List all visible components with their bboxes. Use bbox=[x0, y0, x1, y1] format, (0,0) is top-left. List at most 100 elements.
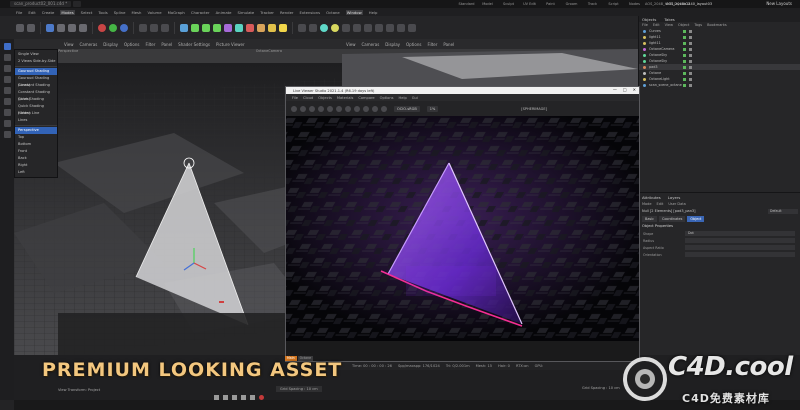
menu-extensions[interactable]: Extensions bbox=[300, 10, 321, 15]
menu-tools[interactable]: Tools bbox=[98, 10, 107, 15]
save-image-icon[interactable] bbox=[381, 105, 387, 112]
menu-create[interactable]: Create bbox=[42, 10, 55, 15]
object-menu-file[interactable]: File bbox=[642, 23, 648, 27]
viewport-menu-shader-settings[interactable]: Shader Settings bbox=[178, 42, 210, 47]
layout-tab-paint[interactable]: Paint bbox=[540, 2, 561, 6]
edges-mode-icon[interactable] bbox=[3, 65, 11, 72]
menu-help[interactable]: Help bbox=[369, 10, 378, 15]
clay-mode-icon[interactable] bbox=[363, 105, 369, 112]
visibility-check-icon[interactable] bbox=[683, 47, 686, 51]
stop-render-icon[interactable] bbox=[318, 105, 324, 112]
menu-select[interactable]: Select bbox=[81, 10, 93, 15]
layout-tab-model[interactable]: Model bbox=[477, 2, 498, 6]
layout-tab-uv-edit[interactable]: UV Edit bbox=[519, 2, 540, 6]
new-layouts-button[interactable]: New Layouts bbox=[766, 0, 792, 8]
live-viewer-menu-compare[interactable]: Compare bbox=[358, 96, 374, 100]
visibility-check-icon[interactable] bbox=[683, 29, 686, 33]
viewport-menu-cameras[interactable]: Cameras bbox=[80, 42, 98, 47]
field-icon[interactable] bbox=[246, 23, 254, 32]
mograph-cloner-icon[interactable] bbox=[224, 23, 232, 32]
display-menu-item-top[interactable]: Top bbox=[15, 134, 57, 141]
deformer-icon[interactable] bbox=[235, 23, 243, 32]
display-menu-item-lines[interactable]: Lines bbox=[15, 117, 57, 124]
pick-focus-icon[interactable] bbox=[345, 105, 351, 112]
extrude-icon[interactable] bbox=[213, 23, 221, 32]
visibility-check-icon[interactable] bbox=[683, 77, 686, 81]
object-tag-icon[interactable] bbox=[689, 29, 692, 33]
tab-takes[interactable]: Takes bbox=[664, 17, 674, 22]
display-menu-item-single-view[interactable]: Single View bbox=[15, 51, 57, 58]
octane-texture-icon[interactable] bbox=[353, 23, 361, 32]
object-menu-edit[interactable]: Edit bbox=[653, 23, 660, 27]
visibility-check-icon[interactable] bbox=[683, 35, 686, 39]
restart-render-icon[interactable] bbox=[300, 105, 306, 112]
cube-icon[interactable] bbox=[180, 23, 188, 32]
layout-tab-aos-2048x1440-layout03[interactable]: AOS_2048x1440_layout03 bbox=[666, 2, 712, 6]
axis-mode-icon[interactable] bbox=[3, 98, 11, 105]
object-menu-object[interactable]: Object bbox=[678, 23, 689, 27]
menu-mograph[interactable]: MoGraph bbox=[168, 10, 185, 15]
snap-toggle-icon[interactable] bbox=[3, 131, 11, 138]
display-menu-item-constant-shading[interactable]: Constant Shading bbox=[15, 82, 57, 89]
region-render-icon[interactable] bbox=[336, 105, 342, 112]
menu-window[interactable]: Window bbox=[345, 9, 363, 15]
pause-render-icon[interactable] bbox=[309, 105, 315, 112]
octane-help-icon[interactable] bbox=[408, 23, 416, 32]
attribute-tab-basic[interactable]: Basic bbox=[642, 216, 657, 222]
display-menu-item-2-views-side-by-side[interactable]: 2 Views Side-by-Side bbox=[15, 58, 57, 65]
display-menu-item-right[interactable]: Right bbox=[15, 162, 57, 169]
visibility-check-icon[interactable] bbox=[683, 53, 686, 57]
layout-tab-nodes[interactable]: Nodes bbox=[624, 2, 645, 6]
menu-simulate[interactable]: Simulate bbox=[237, 10, 254, 15]
viewport-menu-options[interactable]: Options bbox=[124, 42, 139, 47]
menu-spline[interactable]: Spline bbox=[114, 10, 126, 15]
tweak-mode-icon[interactable] bbox=[3, 109, 11, 116]
light-icon[interactable] bbox=[279, 23, 287, 32]
display-menu-item-gouraud-shading-lines[interactable]: Gouraud Shading (Lines) bbox=[15, 75, 57, 87]
display-menu-item-hidden-line[interactable]: Hidden Line bbox=[15, 110, 57, 117]
live-viewer-menu-help[interactable]: Help bbox=[399, 96, 407, 100]
send-scene-icon[interactable] bbox=[291, 105, 297, 112]
live-viewer-menu-file[interactable]: File bbox=[292, 96, 298, 100]
object-tag-icon[interactable] bbox=[689, 71, 692, 75]
render-to-picture-viewer-icon[interactable] bbox=[150, 23, 158, 32]
menu-character[interactable]: Character bbox=[191, 10, 210, 15]
viewport-menu-panel[interactable]: Panel bbox=[161, 42, 172, 47]
close-icon[interactable]: ✕ bbox=[633, 87, 636, 92]
record-icon[interactable] bbox=[259, 395, 264, 400]
render-view-icon[interactable] bbox=[139, 23, 147, 32]
scene-icon[interactable] bbox=[257, 23, 265, 32]
document-tab[interactable]: scan_product02_001.c4d * bbox=[10, 1, 72, 7]
visibility-check-icon[interactable] bbox=[683, 41, 686, 45]
viewport-menu-filter[interactable]: Filter bbox=[427, 42, 437, 47]
object-tag-icon[interactable] bbox=[689, 47, 692, 51]
display-menu-item-quick-shading[interactable]: Quick Shading bbox=[15, 96, 57, 103]
live-viewer-menu-objects[interactable]: Objects bbox=[318, 96, 332, 100]
attribute-menu-user-data[interactable]: User Data bbox=[668, 202, 685, 206]
property-value[interactable] bbox=[685, 238, 795, 243]
attribute-tab-coordinates[interactable]: Coordinates bbox=[658, 216, 686, 222]
viewport-menu-display[interactable]: Display bbox=[103, 42, 118, 47]
axis-x-icon[interactable] bbox=[98, 23, 106, 32]
object-menu-tags[interactable]: Tags bbox=[694, 23, 702, 27]
zoom-dropdown[interactable]: 1% bbox=[426, 105, 439, 112]
tab-layers[interactable]: Layers bbox=[668, 195, 681, 200]
visibility-check-icon[interactable] bbox=[683, 83, 686, 87]
play-icon[interactable] bbox=[232, 395, 237, 400]
display-menu-item-gouraud-shading[interactable]: Gouraud Shading bbox=[15, 68, 57, 75]
display-menu-item-bottom[interactable]: Bottom bbox=[15, 141, 57, 148]
points-mode-icon[interactable] bbox=[3, 54, 11, 61]
viewport-menu-view[interactable]: View bbox=[64, 42, 74, 47]
menu-volume[interactable]: Volume bbox=[147, 10, 161, 15]
live-viewer-menu-cloud[interactable]: Cloud bbox=[303, 96, 313, 100]
octane-live-viewer-icon[interactable] bbox=[320, 23, 328, 32]
render-settings-icon[interactable] bbox=[161, 23, 169, 32]
property-value[interactable] bbox=[685, 245, 795, 250]
subdivision-icon[interactable] bbox=[202, 23, 210, 32]
octane-light-icon[interactable] bbox=[364, 23, 372, 32]
rotate-icon[interactable] bbox=[79, 23, 87, 32]
maximize-icon[interactable]: □ bbox=[623, 87, 627, 92]
scale-icon[interactable] bbox=[68, 23, 76, 32]
menu-edit[interactable]: Edit bbox=[28, 10, 35, 15]
viewport-menu-picture-viewer[interactable]: Picture Viewer bbox=[216, 42, 245, 47]
